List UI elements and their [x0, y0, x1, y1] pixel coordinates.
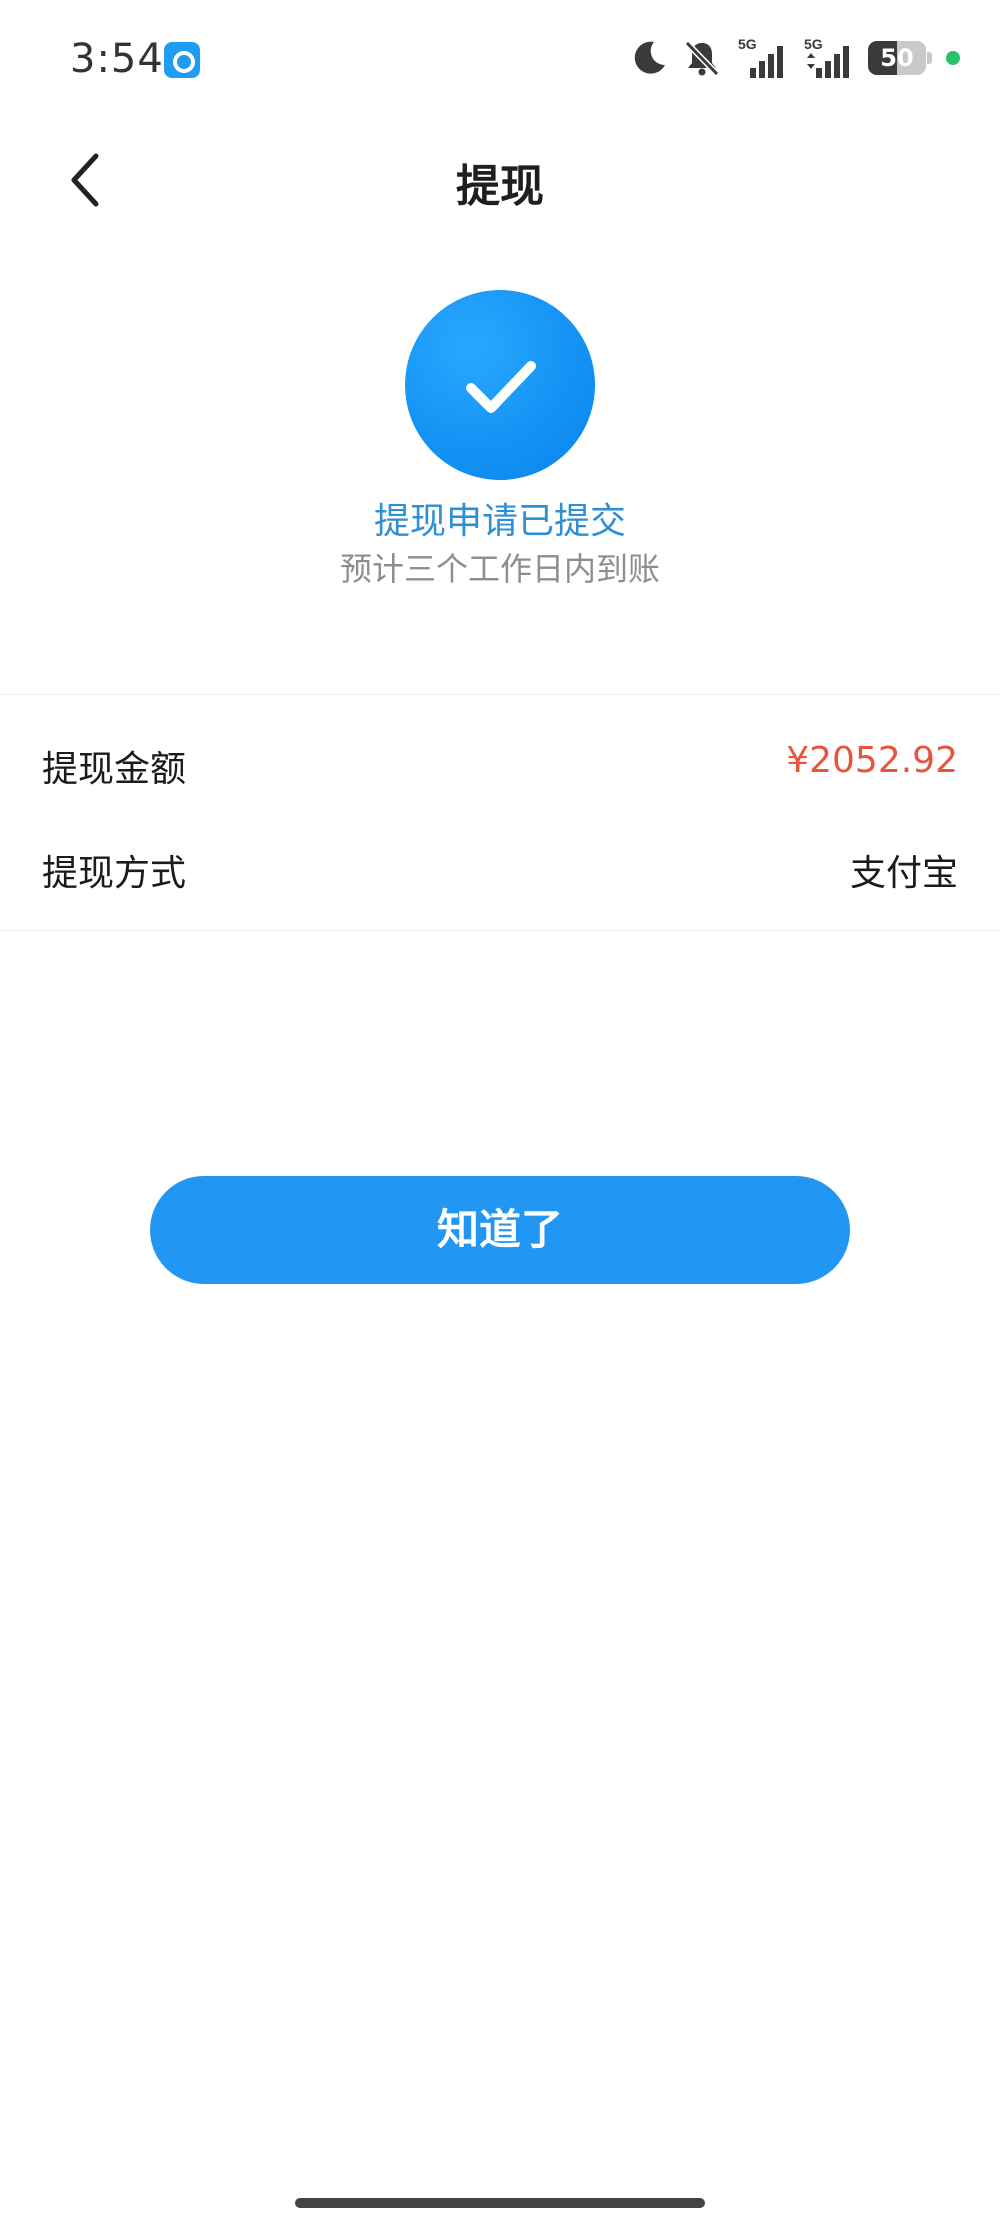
page-title: 提现	[456, 161, 544, 212]
method-value: 支付宝	[849, 853, 958, 894]
status-time: 3:54	[70, 36, 164, 82]
header: 提现	[0, 120, 1000, 240]
signal-5g-icon-1: 5G	[736, 36, 788, 80]
network-label-1: 5G	[738, 36, 757, 52]
battery-icon: 50	[868, 41, 932, 75]
success-title: 提现申请已提交	[373, 501, 626, 542]
network-label-2: 5G	[804, 36, 823, 52]
battery-percent: 50	[880, 44, 914, 72]
status-icons: 5G 5G 50	[630, 36, 960, 80]
privacy-indicator-dot	[946, 51, 960, 65]
signal-5g-icon-2: 5G	[802, 36, 854, 80]
detail-row-amount: 提现金额 ¥2052.92	[0, 710, 1000, 814]
got-it-button[interactable]: 知道了	[150, 1176, 850, 1284]
success-subtitle: 预计三个工作日内到账	[339, 550, 660, 588]
bell-muted-icon	[682, 38, 722, 78]
status-bar: 3:54 5G 5G 50	[0, 0, 1000, 120]
method-label: 提现方式	[42, 853, 187, 894]
moon-icon	[630, 39, 668, 77]
divider	[0, 694, 1000, 695]
app-notification-icon	[164, 42, 200, 78]
home-indicator[interactable]	[295, 2198, 705, 2208]
divider	[0, 930, 1000, 931]
amount-value: ¥2052.92	[786, 740, 958, 781]
amount-label: 提现金额	[42, 749, 187, 790]
success-check-icon	[405, 290, 595, 480]
detail-row-method: 提现方式 支付宝	[0, 814, 1000, 918]
